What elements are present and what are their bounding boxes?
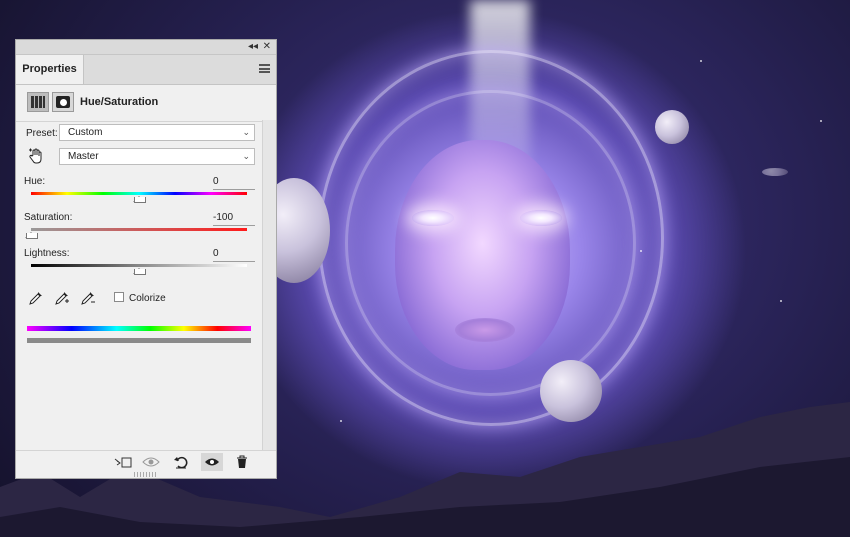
close-panel-button[interactable]: ✕ — [263, 40, 271, 54]
colorize-checkbox[interactable] — [114, 292, 124, 302]
saturation-slider-track[interactable] — [31, 228, 247, 231]
right-eye-glow — [520, 210, 562, 226]
preset-label: Preset: — [26, 128, 58, 139]
adjustment-controls: Preset: Custom ⌄ Master ⌄ Hue: 0 Saturat… — [16, 120, 263, 450]
star — [820, 120, 822, 122]
saturation-label: Saturation: — [24, 212, 73, 223]
planet-small-right — [762, 168, 788, 176]
lightness-slider-track[interactable] — [31, 264, 247, 267]
saturation-value-field[interactable]: -100 — [213, 211, 255, 226]
mask-icon[interactable] — [52, 92, 74, 112]
chevron-down-icon: ⌄ — [242, 151, 250, 161]
preset-value: Custom — [68, 127, 103, 138]
output-spectrum-bar — [27, 338, 251, 343]
panel-titlebar[interactable]: ◂◂ ✕ — [16, 40, 276, 55]
channel-value: Master — [68, 151, 99, 162]
view-previous-state-icon[interactable] — [140, 453, 162, 471]
targeted-adjustment-hand-icon[interactable] — [28, 148, 44, 164]
adjustment-header: Hue/Saturation — [16, 85, 276, 122]
chevron-down-icon: ⌄ — [242, 127, 250, 137]
star — [700, 60, 702, 62]
tab-row: Properties — [16, 55, 276, 85]
trash-icon[interactable] — [231, 453, 253, 471]
hue-slider-track[interactable] — [31, 192, 247, 195]
lightness-value-field[interactable]: 0 — [213, 247, 255, 262]
input-spectrum-bar — [27, 326, 251, 331]
channel-dropdown[interactable]: Master ⌄ — [59, 148, 255, 165]
eyedropper-add-icon[interactable] — [54, 290, 70, 306]
panel-scrollbar[interactable] — [262, 120, 276, 451]
left-eye-glow — [412, 210, 454, 226]
clip-to-layer-icon[interactable] — [112, 453, 134, 471]
adjustment-title: Hue/Saturation — [80, 96, 159, 108]
planet-top-right — [655, 110, 689, 144]
tab-properties[interactable]: Properties — [16, 55, 84, 84]
collapse-panel-button[interactable]: ◂◂ — [248, 40, 258, 54]
properties-panel: ◂◂ ✕ Properties Hue/Saturation Preset: C… — [15, 39, 277, 479]
eyedropper-icon[interactable] — [28, 290, 44, 306]
eyedropper-subtract-icon[interactable] — [80, 290, 96, 306]
colorize-label: Colorize — [129, 293, 166, 304]
star — [780, 300, 782, 302]
preset-dropdown[interactable]: Custom ⌄ — [59, 124, 255, 141]
visibility-eye-icon[interactable] — [201, 453, 223, 471]
adjustment-layer-icon[interactable] — [27, 92, 49, 112]
star — [640, 250, 642, 252]
panel-menu-icon[interactable] — [259, 64, 270, 73]
hue-label: Hue: — [24, 176, 46, 187]
lips — [455, 318, 515, 342]
lightness-label: Lightness: — [24, 248, 70, 259]
hue-value-field[interactable]: 0 — [213, 175, 255, 190]
panel-resize-grip[interactable] — [134, 472, 158, 477]
reset-icon[interactable] — [170, 453, 192, 471]
panel-footer — [16, 450, 276, 473]
